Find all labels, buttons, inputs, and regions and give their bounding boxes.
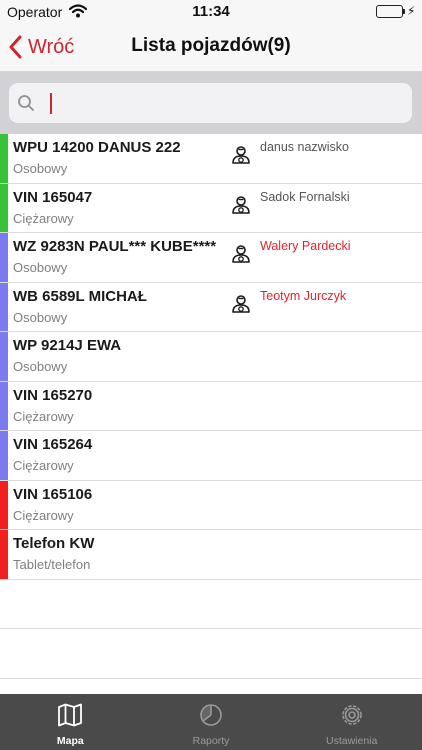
reports-icon xyxy=(198,703,224,732)
vehicle-name: VIN 165106 xyxy=(13,485,93,503)
vehicle-list: WPU 14200 DANUS 222 Osobowy danus nazwisko… xyxy=(0,134,422,679)
tab-bar: Mapa Raporty Ustawienia xyxy=(0,694,422,750)
tab-mapa[interactable]: Mapa xyxy=(0,694,141,750)
search-icon xyxy=(17,94,35,117)
map-icon xyxy=(57,703,83,732)
status-stripe xyxy=(0,233,8,282)
battery-icon xyxy=(376,5,403,18)
vehicle-type: Ciężarowy xyxy=(13,408,74,424)
vehicle-row[interactable]: VIN 165264 Ciężarowy xyxy=(0,431,422,481)
vehicle-name: WPU 14200 DANUS 222 xyxy=(13,139,181,156)
vehicle-row[interactable]: VIN 165270 Ciężarowy xyxy=(0,381,422,431)
tab-ustawienia[interactable]: Ustawienia xyxy=(281,694,422,750)
status-stripe xyxy=(0,183,8,232)
vehicle-type: Osobowy xyxy=(13,161,68,176)
driver-name: danus nazwisko xyxy=(260,140,349,154)
vehicle-type: Tablet/telefon xyxy=(13,557,91,572)
status-stripe xyxy=(0,332,8,381)
vehicle-name: WB 6589L MICHAŁ xyxy=(13,287,147,305)
gear-icon xyxy=(339,703,365,732)
vehicle-type: Ciężarowy xyxy=(13,210,74,226)
vehicle-name: WZ 9283N PAUL*** KUBE**** xyxy=(13,238,217,255)
tab-label: Ustawienia xyxy=(326,735,378,747)
tab-label: Mapa xyxy=(56,735,84,747)
navigation-bar: Wróć Lista pojazdów(9) xyxy=(0,22,422,72)
status-stripe xyxy=(0,282,8,331)
vehicle-row[interactable]: Telefon KW Tablet/telefon xyxy=(0,530,422,580)
tab-raporty[interactable]: Raporty xyxy=(141,694,282,750)
vehicle-type: Osobowy xyxy=(13,260,68,275)
vehicle-name: VIN 165047 xyxy=(13,188,93,206)
search-box[interactable] xyxy=(9,83,412,123)
charging-bolt-icon: ⚡ xyxy=(407,4,416,18)
vehicle-name: VIN 165270 xyxy=(13,386,93,404)
tab-label: Raporty xyxy=(192,735,230,747)
vehicle-name: VIN 165264 xyxy=(13,436,93,453)
driver-name: Teotym Jurczyk xyxy=(260,288,347,303)
vehicle-type: Ciężarowy xyxy=(13,507,74,523)
vehicle-row[interactable]: VIN 165047 Ciężarowy Sadok Fornalski xyxy=(0,183,422,233)
driver-icon xyxy=(231,195,251,220)
status-stripe xyxy=(0,431,8,480)
status-stripe xyxy=(0,480,8,529)
driver-name: Sadok Fornalski xyxy=(260,189,350,204)
driver-icon xyxy=(231,145,251,170)
vehicle-name: WP 9214J EWA xyxy=(13,337,122,354)
search-area xyxy=(0,72,422,134)
search-input[interactable] xyxy=(42,88,402,118)
driver-icon xyxy=(231,244,251,269)
status-bar: Operator 11:34 ⚡ xyxy=(0,0,422,22)
driver-name: Walery Pardecki xyxy=(260,239,351,253)
vehicle-row[interactable]: WB 6589L MICHAŁ Osobowy Teotym Jurczyk xyxy=(0,282,422,332)
status-stripe xyxy=(0,134,8,183)
vehicle-type: Ciężarowy xyxy=(13,458,74,473)
driver-icon xyxy=(231,294,251,319)
battery-cap xyxy=(403,9,405,14)
vehicle-type: Osobowy xyxy=(13,359,68,374)
page-title: Lista pojazdów(9) xyxy=(131,35,291,56)
vehicle-row[interactable]: WPU 14200 DANUS 222 Osobowy danus nazwisko xyxy=(0,134,422,184)
vehicle-name: Telefon KW xyxy=(13,535,95,552)
empty-row xyxy=(0,579,422,629)
vehicle-row[interactable]: WZ 9283N PAUL*** KUBE**** Osobowy Walery P… xyxy=(0,233,422,283)
status-stripe xyxy=(0,381,8,430)
empty-row xyxy=(0,629,422,679)
vehicle-row[interactable]: VIN 165106 Ciężarowy xyxy=(0,480,422,530)
vehicle-row[interactable]: WP 9214J EWA Osobowy xyxy=(0,332,422,382)
status-stripe xyxy=(0,530,8,579)
clock: 11:34 xyxy=(192,3,230,20)
text-cursor xyxy=(50,93,52,114)
vehicle-type: Osobowy xyxy=(13,309,68,325)
